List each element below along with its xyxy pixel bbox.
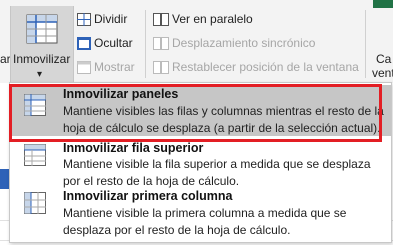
restablecer-label: Restablecer posición de la ventana <box>172 60 359 74</box>
menu-item-inmovilizar-paneles[interactable]: Inmovilizar paneles Mantiene visibles la… <box>10 85 391 136</box>
side-by-side-icon <box>153 13 169 26</box>
immovilizar-label: Inmovilizar <box>13 52 71 66</box>
menu-item-description: Mantiene visibles las filas y columnas m… <box>63 104 384 135</box>
ocultar-label: Ocultar <box>94 36 133 50</box>
ribbon-view-tab: ar Inmovilizar ▾ Dividir Ocultar Mostrar… <box>0 0 393 83</box>
dividir-label: Dividir <box>94 12 128 26</box>
freeze-panes-icon <box>26 14 58 44</box>
show-window-icon <box>77 61 91 74</box>
menu-item-description: Mantiene visible la fila superior a medi… <box>63 157 371 188</box>
menu-item-description: Mantiene visible la primera columna a me… <box>63 206 347 237</box>
cut-off-label-1: Ca <box>376 52 392 66</box>
freeze-first-column-icon <box>24 192 46 214</box>
menu-item-inmovilizar-fila-superior[interactable]: Inmovilizar fila superior Mantiene visib… <box>10 138 391 188</box>
group-divider <box>145 10 146 78</box>
reset-position-icon <box>153 61 169 74</box>
freeze-panes-icon <box>24 94 46 116</box>
menu-item-inmovilizar-primera-columna[interactable]: Inmovilizar primera columna Mantiene vis… <box>10 186 391 238</box>
mostrar-label: Mostrar <box>94 60 135 74</box>
cut-off-label-2: vent <box>372 66 393 80</box>
chevron-down-icon: ▾ <box>37 69 43 80</box>
freeze-top-row-icon <box>24 144 46 166</box>
hide-window-icon <box>77 37 91 50</box>
menu-item-title: Inmovilizar paneles <box>63 87 179 101</box>
desplazamiento-label: Desplazamiento sincrónico <box>172 36 316 50</box>
group-divider <box>365 10 366 78</box>
menu-item-title: Inmovilizar fila superior <box>63 141 204 155</box>
immovilizar-button[interactable]: Inmovilizar ▾ <box>10 6 74 83</box>
split-icon <box>77 13 91 26</box>
ver-paralelo-label: Ver en paralelo <box>172 12 253 26</box>
menu-item-title: Inmovilizar primera columna <box>63 189 233 203</box>
title-bar-strip <box>373 0 393 8</box>
sync-scroll-icon <box>153 37 169 50</box>
immovilizar-dropdown-menu: Inmovilizar paneles Mantiene visibles la… <box>9 82 392 243</box>
